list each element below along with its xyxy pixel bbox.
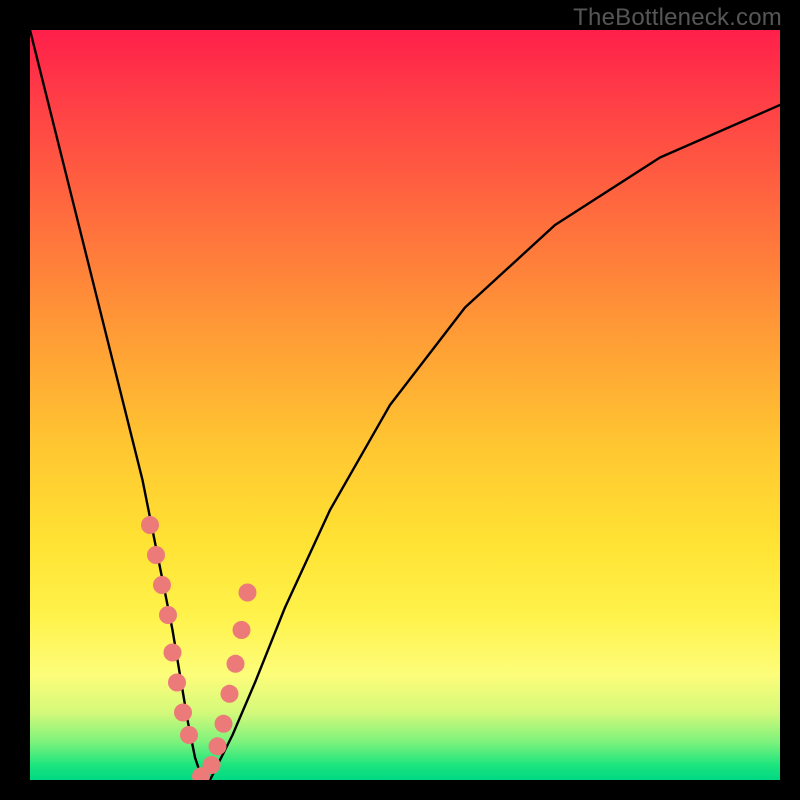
highlight-dot	[168, 674, 186, 692]
plot-area	[30, 30, 780, 780]
highlight-dot	[159, 606, 177, 624]
highlight-dot	[221, 685, 239, 703]
highlight-dot	[180, 726, 198, 744]
highlight-dot	[233, 621, 251, 639]
watermark-text: TheBottleneck.com	[573, 4, 782, 32]
highlight-dot	[174, 704, 192, 722]
highlight-dot	[153, 576, 171, 594]
bottleneck-curve	[30, 30, 780, 780]
highlight-dot	[239, 584, 257, 602]
bottleneck-curve-svg	[30, 30, 780, 780]
highlight-dot	[209, 737, 227, 755]
highlight-dot	[227, 655, 245, 673]
highlight-dot	[147, 546, 165, 564]
highlight-dot	[164, 644, 182, 662]
highlight-dot	[141, 516, 159, 534]
chart-frame: TheBottleneck.com	[0, 0, 800, 800]
highlight-dots	[141, 516, 257, 780]
highlight-dot	[215, 715, 233, 733]
highlight-dot	[203, 756, 221, 774]
